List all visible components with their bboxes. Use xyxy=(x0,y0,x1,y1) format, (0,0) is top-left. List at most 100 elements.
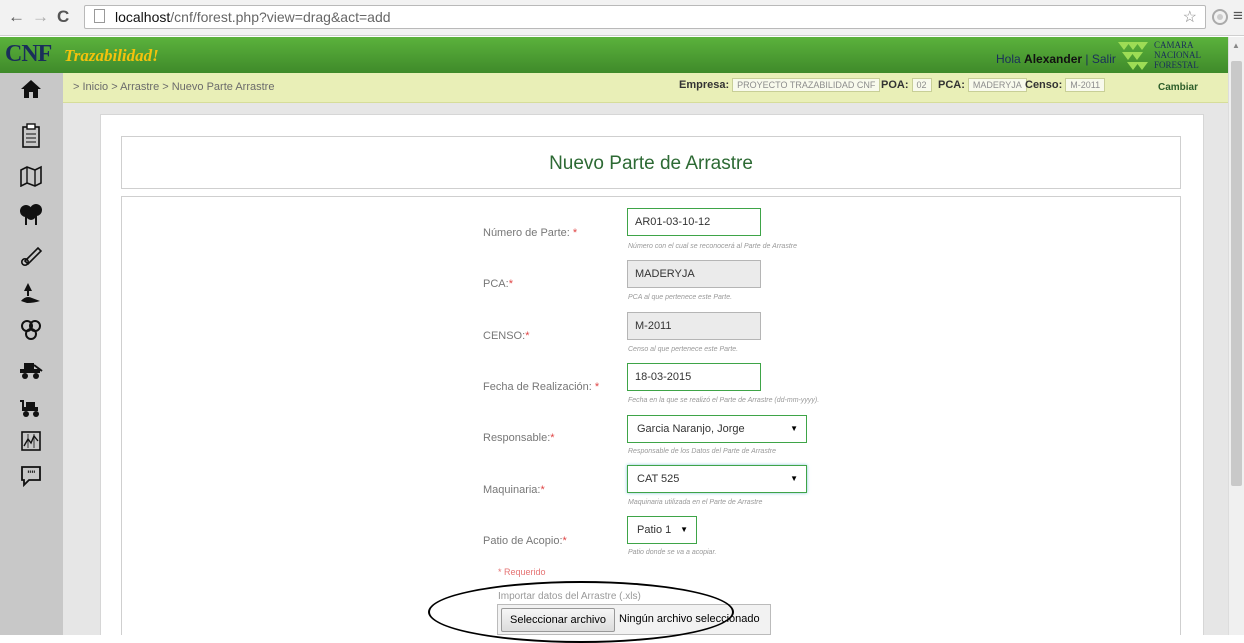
required-mark: * xyxy=(525,330,530,342)
chainsaw-icon[interactable] xyxy=(12,243,50,273)
responsable-label-text: Responsable: xyxy=(483,432,551,444)
censo-value: M-2011 xyxy=(1065,78,1106,92)
numero-label-text: Número de Parte: xyxy=(483,227,570,239)
map-icon[interactable] xyxy=(12,165,50,195)
chart-icon[interactable] xyxy=(12,430,50,460)
url-text[interactable]: localhost/cnf/forest.php?view=drag&act=a… xyxy=(115,9,391,25)
breadcrumb[interactable]: > Inicio > Arrastre > Nuevo Parte Arrast… xyxy=(73,81,274,93)
comment-icon[interactable]: " " xyxy=(12,465,50,495)
title-box: Nuevo Parte de Arrastre xyxy=(121,136,1181,189)
loader-icon[interactable] xyxy=(12,395,50,425)
empresa-context: Empresa: PROYECTO TRAZABILIDAD CNF xyxy=(679,78,881,96)
numero-help: Número con el cual se reconocerá al Part… xyxy=(628,243,797,250)
logs-icon[interactable] xyxy=(12,318,50,348)
page-title: Nuevo Parte de Arrastre xyxy=(549,153,753,174)
back-icon[interactable]: ← xyxy=(8,8,25,26)
required-mark: * xyxy=(540,484,545,496)
forward-icon[interactable]: → xyxy=(32,8,49,26)
tree-felling-icon[interactable] xyxy=(12,281,50,311)
censo-context: Censo: M-2011 xyxy=(1025,78,1106,96)
numero-parte-input[interactable]: AR01-03-10-12 xyxy=(627,208,761,236)
brand-line-1: CAMARA xyxy=(1154,40,1194,50)
greeting-separator: | xyxy=(1085,52,1089,66)
skidder-icon[interactable] xyxy=(12,357,50,387)
fecha-label: Fecha de Realización: * xyxy=(483,381,599,393)
address-bar[interactable]: localhost/cnf/forest.php?view=drag&act=a… xyxy=(84,5,1206,29)
pca-value: MADERYJA xyxy=(967,78,1027,92)
clipboard-icon[interactable] xyxy=(12,123,50,153)
url-path: /cnf/forest.php?view=drag&act=add xyxy=(170,9,391,25)
camara-forestal-logo: CAMARA NACIONAL FORESTAL xyxy=(1118,40,1224,70)
scroll-thumb[interactable] xyxy=(1231,61,1242,486)
pca-label-text: PCA: xyxy=(483,278,509,290)
patio-help: Patio donde se va a acopiar. xyxy=(628,549,717,556)
bookmark-star-icon[interactable]: ☆ xyxy=(1183,7,1197,27)
empresa-label: Empresa: xyxy=(679,78,730,91)
patio-value: Patio 1 xyxy=(637,524,672,536)
responsable-help: Responsable de los Datos del Parte de Ar… xyxy=(628,448,776,455)
pca-context: PCA: MADERYJA xyxy=(938,78,1027,96)
required-note: * Requerido xyxy=(498,567,546,577)
required-mark: * xyxy=(508,278,513,290)
patio-select[interactable]: Patio 1 ▼ xyxy=(627,516,697,544)
logo-trazabilidad: Trazabilidad! xyxy=(64,46,159,65)
page-scrollbar[interactable]: ▲ xyxy=(1228,37,1244,635)
app-header: CNF Trazabilidad! Hola Alexander | Salir… xyxy=(0,37,1228,73)
scroll-up-icon[interactable]: ▲ xyxy=(1232,41,1240,50)
context-bar: > Inicio > Arrastre > Nuevo Parte Arrast… xyxy=(63,73,1228,103)
pca-label: PCA:* xyxy=(483,278,513,290)
required-mark: * xyxy=(550,432,555,444)
maquinaria-help: Maquinaria utilizada en el Parte de Arra… xyxy=(628,499,763,506)
pca-label: PCA: xyxy=(938,78,965,91)
browser-menu-icon[interactable]: ≡ xyxy=(1233,6,1243,26)
pca-input[interactable]: MADERYJA xyxy=(627,260,761,288)
poa-context: POA: 02 xyxy=(881,78,932,96)
home-icon[interactable] xyxy=(12,78,50,108)
browser-toolbar: ← → C localhost/cnf/forest.php?view=drag… xyxy=(0,0,1244,36)
numero-label: Número de Parte: * xyxy=(483,227,577,239)
maquinaria-label: Maquinaria:* xyxy=(483,484,545,496)
required-mark: * xyxy=(562,535,567,547)
patio-label-text: Patio de Acopio: xyxy=(483,535,563,547)
fecha-help: Fecha en la que se realizó el Parte de A… xyxy=(628,397,820,404)
extension-icon[interactable] xyxy=(1212,9,1228,25)
censo-label: Censo: xyxy=(1025,78,1063,91)
patio-label: Patio de Acopio:* xyxy=(483,535,567,547)
logo-cnf[interactable]: CNF xyxy=(5,41,52,68)
poa-value: 02 xyxy=(911,78,932,92)
url-host: localhost xyxy=(115,9,171,25)
pca-help: PCA al que pertenece este Parte. xyxy=(628,294,733,301)
greeting-prefix: Hola xyxy=(996,52,1021,66)
maquinaria-value: CAT 525 xyxy=(637,473,680,485)
logout-link[interactable]: Salir xyxy=(1092,52,1116,66)
brand-line-3: FORESTAL xyxy=(1154,60,1199,70)
reload-icon[interactable]: C xyxy=(57,8,69,26)
responsable-label: Responsable:* xyxy=(483,432,555,444)
fecha-input[interactable]: 18-03-2015 xyxy=(627,363,761,391)
trees-icon[interactable] xyxy=(12,203,50,233)
censo-label: CENSO:* xyxy=(483,330,529,342)
required-mark: * xyxy=(572,227,578,239)
change-context-link[interactable]: Cambiar xyxy=(1158,82,1198,93)
responsable-value: Garcia Naranjo, Jorge xyxy=(637,423,745,435)
sidebar: " " xyxy=(0,73,63,635)
svg-text:": " xyxy=(31,470,36,480)
maquinaria-label-text: Maquinaria: xyxy=(483,484,541,496)
chevron-down-icon: ▼ xyxy=(790,424,798,433)
chevron-down-icon: ▼ xyxy=(680,525,688,534)
poa-label: POA: xyxy=(881,78,909,91)
censo-input[interactable]: M-2011 xyxy=(627,312,761,340)
highlight-ellipse xyxy=(428,581,734,643)
page-icon xyxy=(94,9,105,23)
empresa-value: PROYECTO TRAZABILIDAD CNF xyxy=(732,78,881,92)
required-mark: * xyxy=(594,381,600,393)
censo-label-text: CENSO: xyxy=(483,330,526,342)
chevron-down-icon: ▼ xyxy=(790,474,798,483)
brand-line-2: NACIONAL xyxy=(1154,50,1201,60)
brand-text: CAMARA NACIONAL FORESTAL xyxy=(1154,40,1201,70)
fecha-label-text: Fecha de Realización: xyxy=(483,381,592,393)
responsable-select[interactable]: Garcia Naranjo, Jorge ▼ xyxy=(627,415,807,443)
maquinaria-select[interactable]: CAT 525 ▼ xyxy=(627,465,807,493)
user-name: Alexander xyxy=(1024,52,1083,66)
user-greeting: Hola Alexander | Salir xyxy=(996,52,1116,66)
